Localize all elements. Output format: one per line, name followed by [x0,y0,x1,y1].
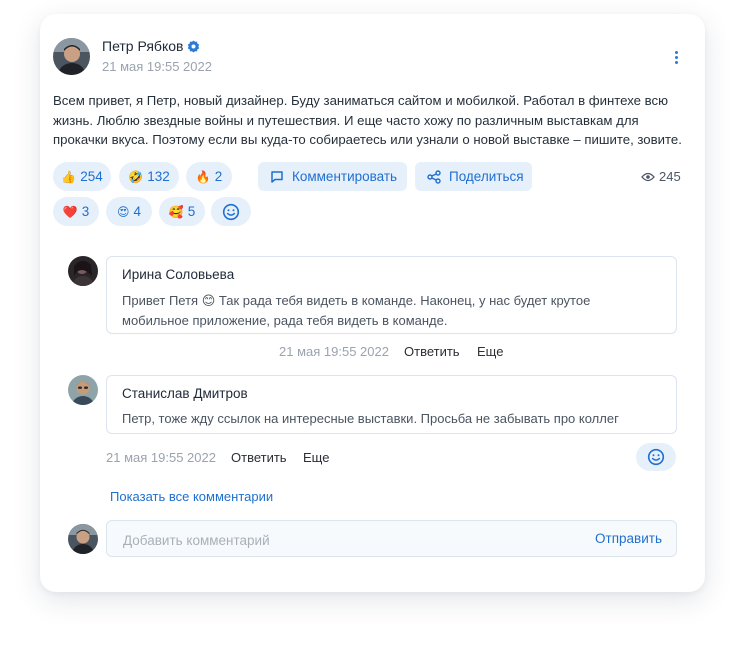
views-count: 245 [659,169,681,184]
add-reaction-button[interactable] [211,197,251,226]
comment-icon [270,170,284,184]
more-options-icon[interactable] [669,47,683,67]
show-all-comments-link[interactable]: Показать все комментарии [110,489,273,504]
thumbs-up-icon: 👍 [61,169,77,184]
reaction-smiling-hearts[interactable]: 🥰 5 [159,197,205,226]
reply-link[interactable]: Ответить [231,450,287,465]
share-button[interactable]: Поделиться [415,162,532,191]
send-button[interactable]: Отправить [595,531,662,546]
post-card: Петр Рябков 21 мая 19:55 2022 Всем приве… [40,14,705,592]
reaction-heart[interactable]: ❤️ 3 [53,197,99,226]
heart-eyes-icon: 😍 [116,204,130,219]
more-link[interactable]: Еще [303,450,329,465]
reaction-count: 4 [133,204,142,219]
reaction-count: 254 [80,169,103,184]
commenter-avatar[interactable] [68,256,98,286]
reaction-laughing[interactable]: 🤣 132 [119,162,179,191]
comment-bubble: Станислав Дмитров Петр, тоже жду ссылок … [106,375,677,434]
share-icon [427,169,441,184]
comment-bubble: Ирина Соловьева Привет Петя 😊 Так рада т… [106,256,677,334]
comment-button[interactable]: Комментировать [258,162,407,191]
fire-icon: 🔥 [195,169,211,184]
smiley-icon [647,448,665,466]
reaction-count: 3 [81,204,90,219]
eye-icon [641,172,655,182]
commenter-avatar[interactable] [68,375,98,405]
comment-text: Привет Петя 😊 Так рада тебя видеть в ком… [122,293,591,328]
smiley-icon [222,203,240,221]
laughing-icon: 🤣 [128,169,144,184]
smiling-hearts-icon: 🥰 [168,204,184,219]
comment-button-label: Комментировать [292,169,398,184]
reaction-fire[interactable]: 🔥 2 [186,162,232,191]
post-date: 21 мая 19:55 2022 [102,59,212,74]
reaction-thumbs-up[interactable]: 👍 254 [53,162,111,191]
more-link[interactable]: Еще [477,344,503,359]
comment-author[interactable]: Ирина Соловьева [122,267,234,282]
comment-text: Петр, тоже жду ссылок на интересные выст… [122,411,619,426]
comment-add-reaction-button[interactable] [636,443,676,471]
reaction-count: 2 [214,169,223,184]
comment-date: 21 мая 19:55 2022 [106,450,216,465]
views-counter: 245 [641,169,681,184]
post-text: Всем привет, я Петр, новый дизайнер. Буд… [53,93,682,147]
comment-author[interactable]: Станислав Дмитров [122,386,248,401]
reaction-heart-eyes[interactable]: 😍 4 [106,197,152,226]
verified-badge-icon [187,40,200,58]
comment-input[interactable] [121,530,545,550]
comment-date: 21 мая 19:55 2022 [279,344,389,359]
author-line: Петр Рябков [102,38,402,58]
reply-link[interactable]: Ответить [404,344,460,359]
heart-icon: ❤️ [62,204,78,219]
comment-composer: Отправить [106,520,677,557]
share-button-label: Поделиться [449,169,524,184]
author-name[interactable]: Петр Рябков [102,38,183,54]
reaction-count: 5 [187,204,196,219]
author-avatar[interactable] [53,38,90,75]
reaction-count: 132 [147,169,170,184]
current-user-avatar [68,524,98,554]
